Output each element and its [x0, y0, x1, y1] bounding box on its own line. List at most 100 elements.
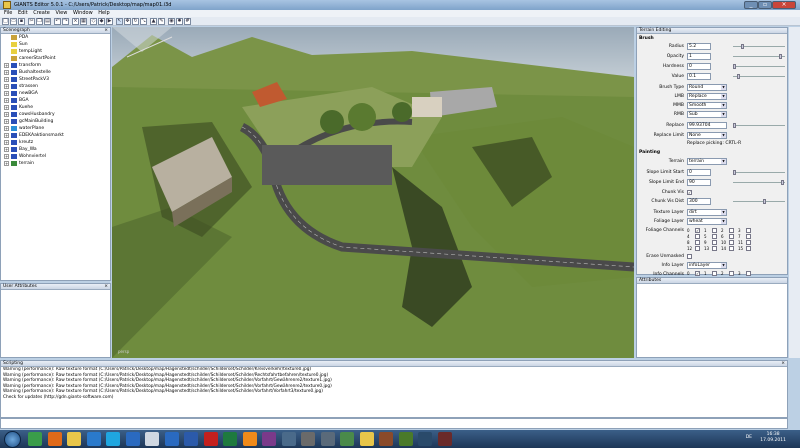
close-icon[interactable]: × [781, 361, 785, 367]
foliage-layer-select[interactable]: wheat ▼ [687, 218, 727, 225]
scenegraph-item[interactable]: + newBGA [1, 90, 110, 97]
replace-limit-select[interactable]: None ▼ [687, 132, 727, 139]
winrar-icon[interactable] [262, 432, 276, 446]
channel-box[interactable] [729, 246, 734, 251]
hardness-slider-handle[interactable] [733, 64, 736, 69]
gear-icon[interactable] [320, 432, 335, 446]
channel-checkbox[interactable]: 12 [687, 246, 701, 252]
scenegraph-item[interactable]: + transform [1, 62, 110, 69]
windows-live-icon[interactable] [125, 432, 140, 446]
channel-box[interactable] [746, 246, 751, 251]
scenegraph-item[interactable]: + StreetPackV3 [1, 76, 110, 83]
channel-checkbox[interactable]: 13 [704, 246, 718, 252]
clock[interactable]: 16:38 17.09.2011 [760, 432, 786, 444]
channel-box[interactable] [712, 246, 717, 251]
chunk-vis-dist-slider-handle[interactable] [763, 199, 766, 204]
scenegraph-item[interactable]: + waterPlane [1, 125, 110, 132]
play-icon[interactable]: ▶ [106, 18, 113, 25]
channel-box[interactable] [695, 246, 700, 251]
expand-icon[interactable]: + [4, 161, 9, 166]
copy-icon[interactable]: ❐ [36, 18, 43, 25]
game-icon[interactable] [379, 432, 393, 446]
scenegraph-item[interactable]: + gcMainBuilding [1, 118, 110, 125]
scenegraph-item[interactable]: + kreutz [1, 139, 110, 146]
slope-end-field[interactable]: 90 [687, 179, 711, 186]
slope-end-slider[interactable] [733, 180, 785, 185]
expand-icon[interactable]: + [4, 140, 9, 145]
channel-box[interactable] [746, 234, 751, 239]
value-field[interactable]: 0.1 [687, 73, 711, 80]
delete-icon[interactable]: × [72, 18, 79, 25]
scenegraph-item[interactable]: + BGA [1, 97, 110, 104]
menu-file[interactable]: File [4, 10, 12, 17]
chunk-vis-dist-field[interactable]: 300 [687, 198, 711, 205]
media-player-icon[interactable] [86, 432, 101, 446]
mail-icon[interactable] [145, 432, 159, 446]
close-button[interactable]: × [772, 1, 796, 9]
expand-icon[interactable]: + [4, 98, 9, 103]
chunk-vis-dist-slider[interactable] [733, 199, 785, 204]
expand-icon[interactable]: + [4, 147, 9, 152]
radius-field[interactable]: 5.2 [687, 43, 711, 50]
replace-field[interactable]: 99.93704 [687, 122, 727, 129]
radius-slider-handle[interactable] [741, 44, 744, 49]
channel-box[interactable] [712, 228, 717, 233]
skype-icon[interactable] [106, 432, 120, 446]
scenegraph-item[interactable]: +careerStartPoint [1, 55, 110, 62]
brush-type-select[interactable]: Round ▼ [687, 84, 727, 91]
cut-icon[interactable]: ✂ [28, 18, 35, 25]
scenegraph-item[interactable]: + cowsHusbandry [1, 111, 110, 118]
camera-icon[interactable]: ◉ [168, 18, 175, 25]
close-icon[interactable]: × [104, 284, 108, 290]
value-slider[interactable] [733, 74, 785, 79]
channel-box[interactable] [746, 240, 751, 245]
language-indicator[interactable]: DE [746, 435, 752, 440]
expand-icon[interactable]: + [4, 63, 9, 68]
hardness-slider[interactable] [733, 64, 785, 69]
channel-box[interactable] [712, 234, 717, 239]
maximize-button[interactable]: ▫ [758, 1, 772, 9]
acrobat-icon[interactable] [203, 432, 218, 446]
scenegraph-item[interactable]: + EDEKAaktionsmarkt [1, 132, 110, 139]
picture-icon[interactable] [281, 432, 296, 446]
expand-icon[interactable]: + [4, 84, 9, 89]
slope-start-slider[interactable] [733, 170, 785, 175]
app-icon[interactable] [437, 432, 452, 446]
info-layer-select[interactable]: infoLayer ▼ [687, 262, 727, 269]
network-icon[interactable] [340, 432, 354, 446]
rotate-icon[interactable]: ↻ [132, 18, 139, 25]
channel-box[interactable] [746, 228, 751, 233]
scenegraph-tree[interactable]: +PDA+Sun+tempLight+careerStartPoint+tran… [1, 34, 110, 167]
outlook-icon[interactable] [164, 432, 179, 446]
channel-checkbox[interactable]: 15 [738, 246, 752, 252]
scenegraph-item[interactable]: +tempLight [1, 48, 110, 55]
3d-viewport[interactable]: persp [112, 27, 634, 358]
expand-icon[interactable]: + [4, 119, 9, 124]
redo-icon[interactable]: ↷ [62, 18, 69, 25]
scenegraph-item[interactable]: + strassen [1, 83, 110, 90]
chunk-vis-checkbox[interactable]: ✓ [687, 190, 692, 195]
new-icon[interactable]: □ [2, 18, 9, 25]
slope-end-slider-handle[interactable] [781, 180, 784, 185]
channel-box[interactable] [729, 234, 734, 239]
scenegraph-item[interactable]: + terrain [1, 160, 110, 167]
erase-unmasked-checkbox[interactable] [687, 254, 692, 259]
scenegraph-item[interactable]: +Sun [1, 41, 110, 48]
slope-start-field[interactable]: 0 [687, 169, 711, 176]
move-icon[interactable]: ✥ [124, 18, 131, 25]
script-input[interactable] [0, 418, 788, 429]
firefox-icon[interactable] [47, 432, 62, 446]
channel-box[interactable] [746, 271, 751, 276]
transform-icon[interactable]: ◇ [90, 18, 97, 25]
scenegraph-item[interactable]: + Wohnviertel [1, 153, 110, 160]
hardness-field[interactable]: 0 [687, 63, 711, 70]
channel-box[interactable]: ✓ [695, 228, 700, 233]
excel-icon[interactable] [223, 432, 237, 446]
open-icon[interactable]: ▭ [10, 18, 17, 25]
tractor-icon[interactable] [398, 432, 413, 446]
light-icon[interactable]: ✹ [176, 18, 183, 25]
scripting-log[interactable]: Warning (performance): Raw texture forma… [1, 367, 787, 401]
expand-icon[interactable]: + [4, 70, 9, 75]
minimize-button[interactable]: _ [744, 1, 758, 9]
scenegraph-item[interactable]: + Bushaltestelle [1, 69, 110, 76]
